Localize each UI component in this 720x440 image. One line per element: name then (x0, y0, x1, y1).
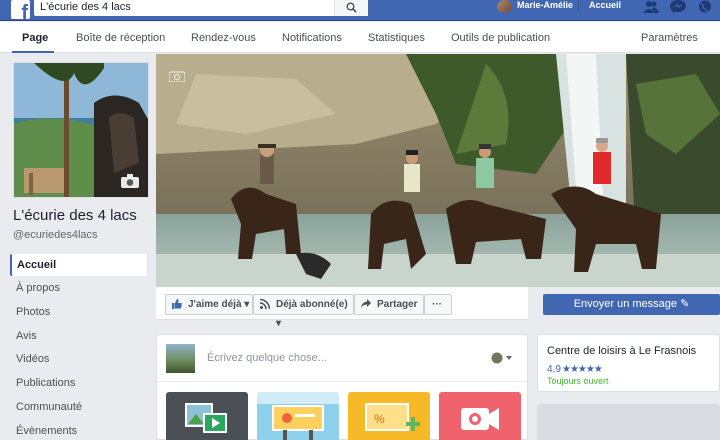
opening-status: Toujours ouvert (547, 376, 609, 386)
business-category-location[interactable]: Centre de loisirs à Le Frasnois (547, 345, 696, 357)
coupon-icon: % (365, 403, 420, 431)
share-button-label: Partager (377, 299, 418, 310)
rss-icon (260, 299, 270, 309)
send-message-button[interactable]: Envoyer un message ✎ (543, 294, 720, 315)
map-preview[interactable] (537, 404, 720, 440)
cover-photo[interactable] (156, 54, 720, 287)
sidebar-item-events[interactable]: Évènements (10, 420, 147, 440)
svg-text:%: % (374, 412, 385, 426)
top-separator (578, 0, 579, 12)
thumbs-up-icon (172, 299, 182, 309)
business-info-card: Centre de loisirs à Le Frasnois 4,9 ★★★★… (537, 334, 720, 392)
friends-icon[interactable] (643, 0, 659, 13)
search-icon (346, 2, 357, 13)
photo-video-icon (185, 403, 227, 433)
page-title: L'écurie des 4 lacs (13, 207, 137, 224)
tab-page[interactable]: Page (22, 32, 48, 44)
page-tab-bar: Page Boîte de réception Rendez-vous Noti… (0, 22, 720, 53)
video-camera-icon (461, 408, 499, 430)
camera-icon[interactable] (121, 174, 139, 188)
composer-input[interactable]: Écrivez quelque chose... (207, 352, 327, 364)
active-tab-indicator (12, 51, 54, 53)
follow-button-label: Déjà abonné(e) (276, 299, 348, 310)
photo-video-tile[interactable] (166, 392, 248, 440)
sidebar-item-posts[interactable]: Publications (10, 372, 147, 394)
sidebar-item-reviews[interactable]: Avis (10, 325, 147, 347)
offer-tile[interactable] (257, 392, 339, 440)
share-arrow-icon (361, 299, 371, 308)
sidebar-item-community[interactable]: Communauté (10, 396, 147, 418)
billboard-icon (257, 392, 339, 440)
messenger-icon[interactable] (670, 0, 686, 13)
globe-notifications-icon[interactable] (697, 0, 713, 13)
search-input[interactable]: L'écurie des 4 lacs (34, 0, 368, 16)
share-button[interactable]: Partager (354, 294, 424, 315)
tab-settings[interactable]: Paramètres (641, 32, 698, 44)
live-video-tile[interactable] (439, 392, 521, 440)
top-bar: f L'écurie des 4 lacs Marie-Amélie Accue… (0, 0, 720, 21)
cover-camera-icon[interactable] (169, 70, 185, 82)
rating-value[interactable]: 4,9 (547, 364, 561, 375)
search-input-value[interactable]: L'écurie des 4 lacs (40, 0, 131, 14)
user-name-link[interactable]: Marie-Amélie (517, 0, 573, 11)
search-button[interactable] (334, 0, 368, 16)
post-as-selector[interactable] (491, 352, 513, 364)
composer-divider (157, 381, 527, 382)
home-link[interactable]: Accueil (589, 0, 621, 11)
send-message-label: Envoyer un message (573, 298, 678, 310)
more-options-label: ··· (432, 299, 442, 310)
sidebar-item-videos[interactable]: Vidéos (10, 348, 147, 370)
post-composer: Écrivez quelque chose... % (156, 334, 528, 440)
like-button[interactable]: J'aime déjà ▾ (165, 294, 253, 315)
tab-insights[interactable]: Statistiques (368, 32, 425, 44)
tab-inbox[interactable]: Boîte de réception (76, 32, 165, 44)
user-avatar[interactable] (497, 0, 512, 13)
sidebar-item-home[interactable]: Accueil (10, 254, 147, 276)
page-action-bar: J'aime déjà ▾ Déjà abonné(e) ▾ Partager … (156, 287, 528, 329)
page-handle[interactable]: @ecuriedes4lacs (13, 229, 98, 241)
sidebar-item-about[interactable]: À propos (10, 277, 147, 299)
composer-page-avatar (166, 344, 195, 373)
like-button-label: J'aime déjà (188, 299, 242, 310)
coupon-tile[interactable]: % (348, 392, 430, 440)
tab-notifications[interactable]: Notifications (282, 32, 342, 44)
tab-appointments[interactable]: Rendez-vous (191, 32, 256, 44)
more-options-button[interactable]: ··· (424, 294, 452, 315)
tab-publishing-tools[interactable]: Outils de publication (451, 32, 550, 44)
follow-button[interactable]: Déjà abonné(e) ▾ (253, 294, 354, 329)
rating-stars-icon: ★★★★★ (562, 364, 603, 375)
sidebar-item-photos[interactable]: Photos (10, 301, 147, 323)
facebook-logo-icon[interactable]: f (11, 0, 30, 19)
